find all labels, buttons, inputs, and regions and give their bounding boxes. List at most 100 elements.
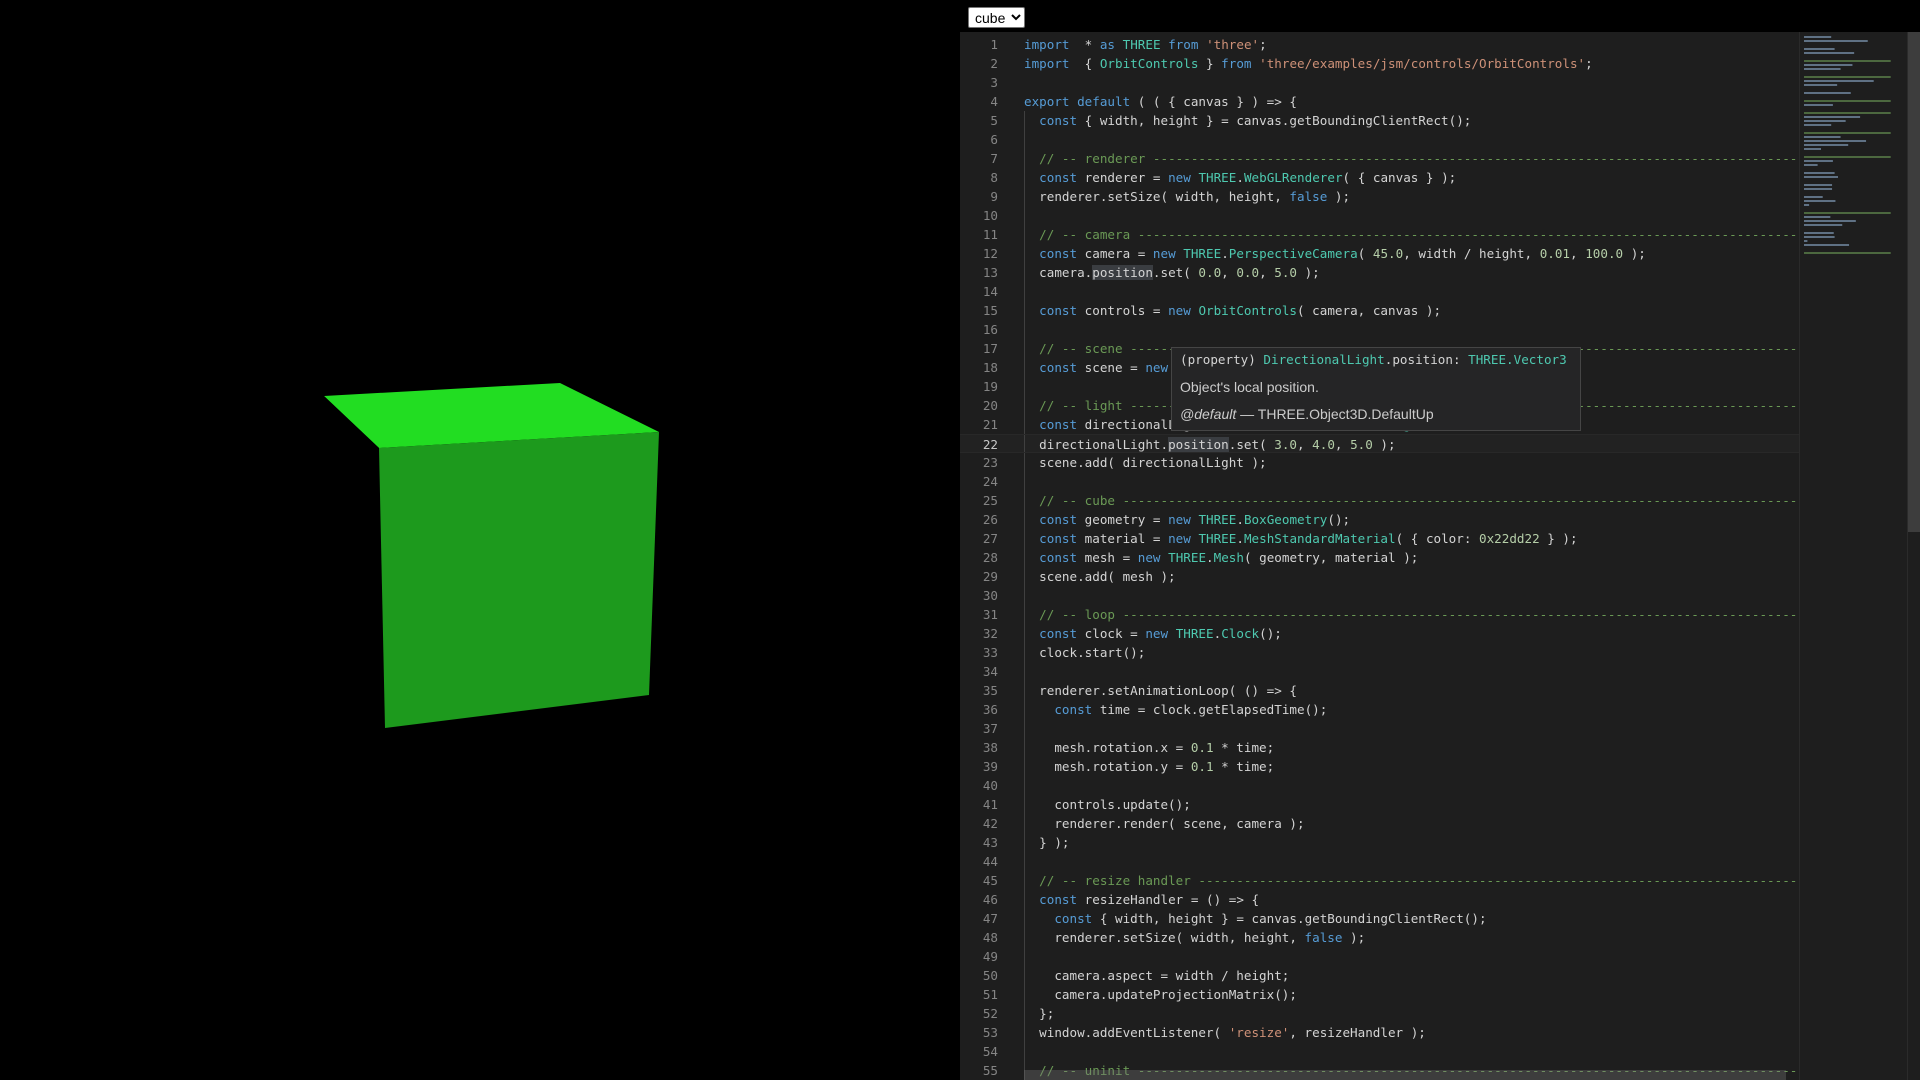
code-text[interactable]: renderer.setSize( width, height, false )… <box>1024 187 1800 206</box>
code-line[interactable]: 46 const resizeHandler = () => { <box>960 890 1800 909</box>
code-line[interactable]: 34 <box>960 662 1800 681</box>
code-token: // -- loop -----------------------------… <box>1039 607 1798 622</box>
code-line[interactable]: 2 import { OrbitControls } from 'three/ex… <box>960 54 1800 73</box>
code-text[interactable]: const mesh = new THREE.Mesh( geometry, m… <box>1024 548 1800 567</box>
code-text[interactable]: mesh.rotation.y = 0.1 * time; <box>1024 757 1800 776</box>
code-line[interactable]: 5 const { width, height } = canvas.getBo… <box>960 111 1800 130</box>
code-text[interactable]: window.addEventListener( 'resize', resiz… <box>1024 1023 1800 1042</box>
code-line[interactable]: 8 const renderer = new THREE.WebGLRender… <box>960 168 1800 187</box>
code-text[interactable]: // -- loop -----------------------------… <box>1024 605 1800 624</box>
code-line[interactable]: 37 <box>960 719 1800 738</box>
code-line[interactable]: 11 // -- camera ------------------------… <box>960 225 1800 244</box>
indent-guide <box>1024 435 1025 452</box>
code-line[interactable]: 51 camera.updateProjectionMatrix(); <box>960 985 1800 1004</box>
code-line[interactable]: 49 <box>960 947 1800 966</box>
code-line[interactable]: 40 <box>960 776 1800 795</box>
code-line[interactable]: 32 const clock = new THREE.Clock(); <box>960 624 1800 643</box>
code-text[interactable]: directionalLight.position.set( 3.0, 4.0,… <box>1024 435 1800 454</box>
code-line[interactable]: 28 const mesh = new THREE.Mesh( geometry… <box>960 548 1800 567</box>
code-text[interactable]: const clock = new THREE.Clock(); <box>1024 624 1800 643</box>
code-line[interactable]: 25 // -- cube --------------------------… <box>960 491 1800 510</box>
code-line[interactable]: 14 <box>960 282 1800 301</box>
code-text[interactable]: const { width, height } = canvas.getBoun… <box>1024 111 1800 130</box>
code-text[interactable]: camera.aspect = width / height; <box>1024 966 1800 985</box>
code-line[interactable]: 38 mesh.rotation.x = 0.1 * time; <box>960 738 1800 757</box>
code-line[interactable]: 39 mesh.rotation.y = 0.1 * time; <box>960 757 1800 776</box>
code-line[interactable]: 22 directionalLight.position.set( 3.0, 4… <box>960 434 1800 453</box>
code-text[interactable]: mesh.rotation.x = 0.1 * time; <box>1024 738 1800 757</box>
code-text[interactable]: import { OrbitControls } from 'three/exa… <box>1024 54 1800 73</box>
code-line[interactable]: 10 <box>960 206 1800 225</box>
code-text[interactable]: // -- resize handler -------------------… <box>1024 871 1800 890</box>
code-line[interactable]: 26 const geometry = new THREE.BoxGeometr… <box>960 510 1800 529</box>
code-line[interactable]: 4 export default ( ( { canvas } ) => { <box>960 92 1800 111</box>
code-line[interactable]: 53 window.addEventListener( 'resize', re… <box>960 1023 1800 1042</box>
code-text[interactable]: const renderer = new THREE.WebGLRenderer… <box>1024 168 1800 187</box>
indent-guide <box>1024 510 1025 529</box>
code-text[interactable]: scene.add( mesh ); <box>1024 567 1800 586</box>
code-text[interactable]: } ); <box>1024 833 1800 852</box>
code-line[interactable]: 35 renderer.setAnimationLoop( () => { <box>960 681 1800 700</box>
code-text[interactable]: clock.start(); <box>1024 643 1800 662</box>
code-token: .set( <box>1228 437 1275 452</box>
code-line[interactable]: 48 renderer.setSize( width, height, fals… <box>960 928 1800 947</box>
code-text[interactable]: renderer.render( scene, camera ); <box>1024 814 1800 833</box>
code-line[interactable]: 47 const { width, height } = canvas.getB… <box>960 909 1800 928</box>
code-text[interactable]: // -- cube -----------------------------… <box>1024 491 1800 510</box>
code-text[interactable]: controls.update(); <box>1024 795 1800 814</box>
code-line[interactable]: 30 <box>960 586 1800 605</box>
code-line[interactable]: 36 const time = clock.getElapsedTime(); <box>960 700 1800 719</box>
code-text[interactable]: // -- renderer -------------------------… <box>1024 149 1800 168</box>
code-line[interactable]: 16 <box>960 320 1800 339</box>
minimap[interactable] <box>1799 32 1908 1080</box>
code-text[interactable]: const geometry = new THREE.BoxGeometry()… <box>1024 510 1800 529</box>
code-line[interactable]: 9 renderer.setSize( width, height, false… <box>960 187 1800 206</box>
code-line[interactable]: 31 // -- loop --------------------------… <box>960 605 1800 624</box>
scrollbar-thumb[interactable] <box>1908 32 1920 532</box>
code-line[interactable]: 33 clock.start(); <box>960 643 1800 662</box>
code-text[interactable]: const material = new THREE.MeshStandardM… <box>1024 529 1800 548</box>
code-line[interactable]: 3 <box>960 73 1800 92</box>
code-text[interactable]: }; <box>1024 1004 1800 1023</box>
code-text[interactable]: camera.updateProjectionMatrix(); <box>1024 985 1800 1004</box>
code-line[interactable]: 6 <box>960 130 1800 149</box>
code-line[interactable]: 42 renderer.render( scene, camera ); <box>960 814 1800 833</box>
line-number: 49 <box>982 949 998 964</box>
code-line[interactable]: 52 }; <box>960 1004 1800 1023</box>
code-text[interactable]: renderer.setAnimationLoop( () => { <box>1024 681 1800 700</box>
code-line[interactable]: 29 scene.add( mesh ); <box>960 567 1800 586</box>
code-line[interactable]: 54 <box>960 1042 1800 1061</box>
code-line[interactable]: 15 const controls = new OrbitControls( c… <box>960 301 1800 320</box>
code-line[interactable]: 50 camera.aspect = width / height; <box>960 966 1800 985</box>
code-line[interactable]: 7 // -- renderer -----------------------… <box>960 149 1800 168</box>
horizontal-scrollbar[interactable] <box>1024 1070 1786 1080</box>
minimap-line <box>1804 124 1832 126</box>
code-editor[interactable]: 1 import * as THREE from 'three'; 2 import … <box>960 32 1920 1080</box>
code-text[interactable]: const controls = new OrbitControls( came… <box>1024 301 1800 320</box>
code-line[interactable]: 45 // -- resize handler ----------------… <box>960 871 1800 890</box>
code-line[interactable]: 13 camera.position.set( 0.0, 0.0, 5.0 ); <box>960 263 1800 282</box>
code-text[interactable]: const camera = new THREE.PerspectiveCame… <box>1024 244 1800 263</box>
code-line[interactable]: 1 import * as THREE from 'three'; <box>960 35 1800 54</box>
code-line[interactable]: 27 const material = new THREE.MeshStanda… <box>960 529 1800 548</box>
code-text[interactable]: renderer.setSize( width, height, false )… <box>1024 928 1800 947</box>
code-text[interactable]: const resizeHandler = () => { <box>1024 890 1800 909</box>
code-line[interactable]: 43 } ); <box>960 833 1800 852</box>
code-text[interactable]: scene.add( directionalLight ); <box>1024 453 1800 472</box>
code-text[interactable]: camera.position.set( 0.0, 0.0, 5.0 ); <box>1024 263 1800 282</box>
code-text[interactable]: import * as THREE from 'three'; <box>1024 35 1800 54</box>
code-lines[interactable]: 1 import * as THREE from 'three'; 2 import … <box>960 35 1800 1080</box>
code-text[interactable]: const { width, height } = canvas.getBoun… <box>1024 909 1800 928</box>
code-line[interactable]: 44 <box>960 852 1800 871</box>
code-line[interactable]: 41 controls.update(); <box>960 795 1800 814</box>
code-line[interactable]: 12 const camera = new THREE.PerspectiveC… <box>960 244 1800 263</box>
3d-viewport[interactable] <box>0 0 960 1080</box>
code-text[interactable]: const time = clock.getElapsedTime(); <box>1024 700 1800 719</box>
code-text[interactable]: // -- camera ---------------------------… <box>1024 225 1800 244</box>
code-line[interactable]: 23 scene.add( directionalLight ); <box>960 453 1800 472</box>
code-text[interactable]: export default ( ( { canvas } ) => { <box>1024 92 1800 111</box>
code-line[interactable]: 24 <box>960 472 1800 491</box>
sample-select[interactable]: cube <box>968 7 1025 28</box>
vertical-scrollbar[interactable] <box>1907 32 1920 1080</box>
